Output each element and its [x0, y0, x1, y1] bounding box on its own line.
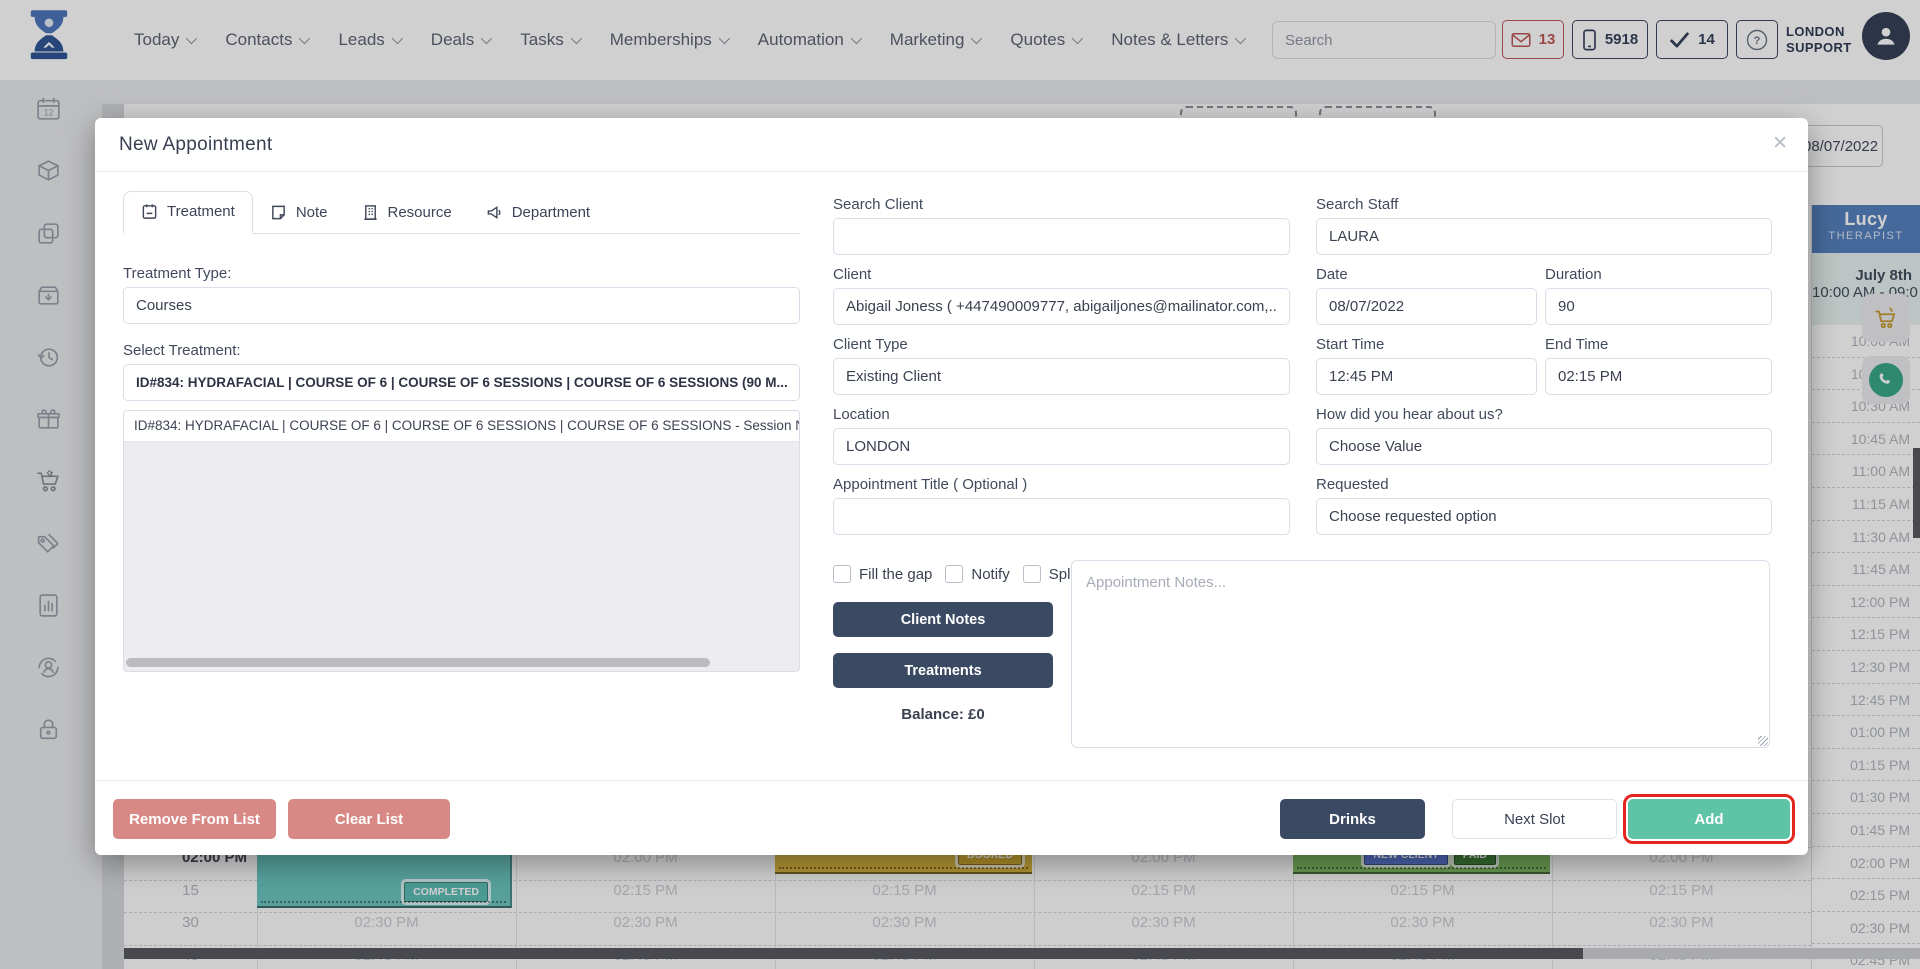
modal-header: New Appointment ✕ [95, 118, 1808, 172]
modal-tabs: Treatment Note Resource Department [123, 192, 800, 234]
search-client-label: Search Client [833, 196, 923, 213]
clipboard-icon [141, 203, 158, 220]
end-time-label: End Time [1545, 336, 1608, 353]
tab-label: Treatment [167, 203, 235, 220]
list-scrollbar-thumb[interactable] [126, 658, 710, 667]
remove-from-list-button[interactable]: Remove From List [113, 799, 276, 839]
search-staff-input[interactable] [1316, 218, 1772, 255]
treatments-button[interactable]: Treatments [833, 653, 1053, 688]
tab-treatment[interactable]: Treatment [123, 191, 253, 234]
tab-resource[interactable]: Resource [345, 204, 469, 233]
resize-handle[interactable] [1758, 736, 1768, 746]
treatment-list-item[interactable]: ID#834: HYDRAFACIAL | COURSE OF 6 | COUR… [124, 411, 799, 442]
close-icon[interactable]: ✕ [1772, 132, 1788, 155]
balance-text: Balance: £0 [833, 706, 1053, 723]
fill-the-gap-checkbox[interactable] [833, 565, 851, 583]
date-label: Date [1316, 266, 1348, 283]
new-appointment-modal: New Appointment ✕ Treatment Note Resourc… [95, 118, 1808, 855]
modal-footer: Remove From List Clear List Drinks Next … [95, 780, 1808, 855]
hear-about-select[interactable] [1316, 428, 1772, 465]
checkbox-label: Notify [971, 566, 1009, 583]
tab-note[interactable]: Note [253, 204, 345, 233]
client-type-select[interactable] [833, 358, 1290, 395]
client-type-label: Client Type [833, 336, 908, 353]
date-input[interactable] [1316, 288, 1537, 325]
checkbox-label: Fill the gap [859, 566, 932, 583]
megaphone-icon [486, 204, 503, 221]
select-treatment-input[interactable] [123, 364, 800, 401]
tab-label: Resource [388, 204, 452, 221]
notify-checkbox[interactable] [945, 565, 963, 583]
start-time-label: Start Time [1316, 336, 1384, 353]
treatment-list: ID#834: HYDRAFACIAL | COURSE OF 6 | COUR… [123, 410, 800, 672]
start-time-input[interactable] [1316, 358, 1537, 395]
tab-label: Department [512, 204, 590, 221]
add-button[interactable]: Add [1628, 799, 1790, 839]
treatment-type-select[interactable] [123, 287, 800, 324]
duration-label: Duration [1545, 266, 1602, 283]
end-time-input[interactable] [1545, 358, 1772, 395]
tab-department[interactable]: Department [469, 204, 607, 233]
duration-input[interactable] [1545, 288, 1772, 325]
treatment-type-label: Treatment Type: [123, 265, 231, 282]
hear-about-label: How did you hear about us? [1316, 406, 1503, 423]
note-icon [270, 204, 287, 221]
drinks-button[interactable]: Drinks [1280, 799, 1425, 839]
options-row: Fill the gap Notify Split [833, 565, 1078, 583]
requested-label: Requested [1316, 476, 1389, 493]
building-icon [362, 204, 379, 221]
client-label: Client [833, 266, 871, 283]
appointment-notes-textarea[interactable] [1071, 560, 1770, 748]
location-select[interactable] [833, 428, 1290, 465]
next-slot-button[interactable]: Next Slot [1452, 799, 1617, 839]
select-treatment-label: Select Treatment: [123, 342, 241, 359]
search-client-input[interactable] [833, 218, 1290, 255]
client-input[interactable] [833, 288, 1290, 325]
modal-title: New Appointment [119, 134, 272, 156]
app-root: TodayContactsLeadsDealsTasksMembershipsA… [0, 0, 1920, 969]
tab-label: Note [296, 204, 328, 221]
client-notes-button[interactable]: Client Notes [833, 602, 1053, 637]
location-label: Location [833, 406, 890, 423]
appointment-title-input[interactable] [833, 498, 1290, 535]
clear-list-button[interactable]: Clear List [288, 799, 450, 839]
appointment-title-label: Appointment Title ( Optional ) [833, 476, 1027, 493]
requested-select[interactable] [1316, 498, 1772, 535]
search-staff-label: Search Staff [1316, 196, 1398, 213]
split-checkbox[interactable] [1023, 565, 1041, 583]
